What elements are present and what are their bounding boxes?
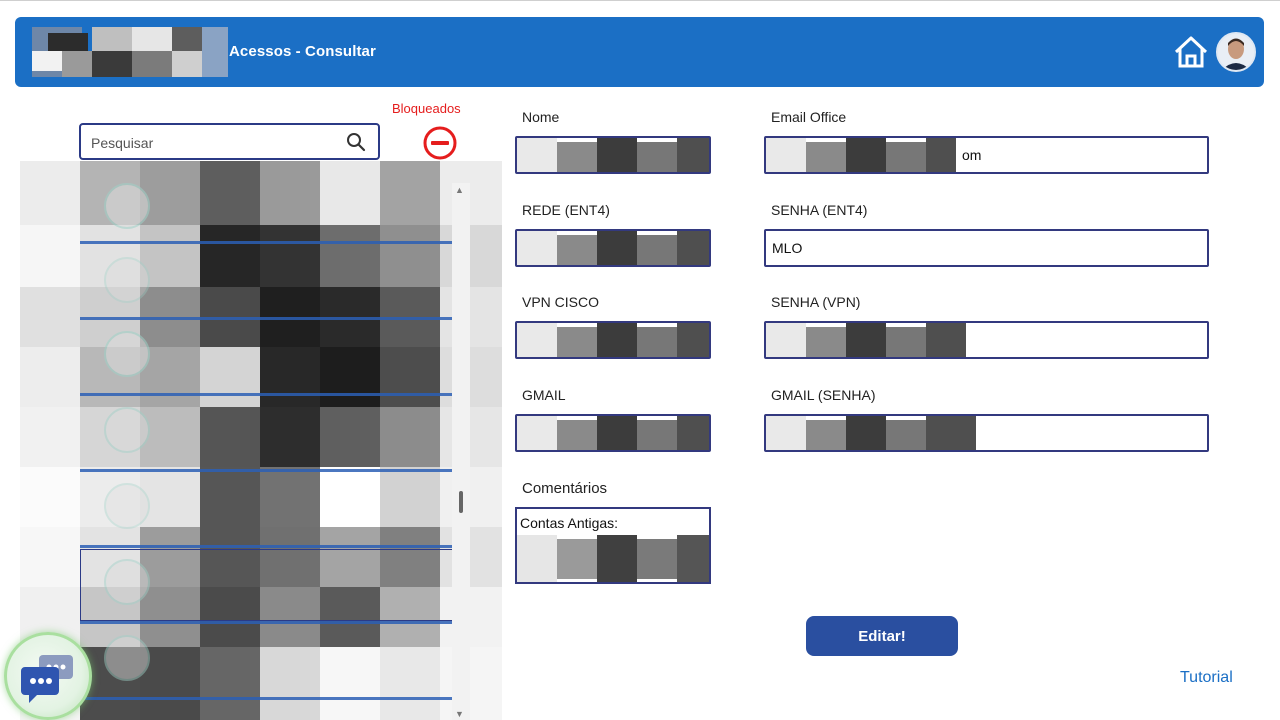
- avatar: [104, 635, 150, 681]
- list-row-divider: [80, 393, 458, 396]
- avatar: [104, 559, 150, 605]
- search-input[interactable]: [91, 133, 331, 153]
- email-office-field[interactable]: om: [764, 136, 1209, 174]
- app-header: Acessos - Consultar: [15, 17, 1264, 87]
- user-list: › › › › › › ›: [20, 161, 502, 720]
- app-window: Acessos - Consultar Bloqueados: [0, 0, 1280, 720]
- chat-icon: [21, 655, 73, 703]
- comments-value: Contas Antigas:: [520, 515, 619, 531]
- home-icon[interactable]: [1173, 35, 1209, 69]
- blocked-label: Bloqueados: [392, 101, 461, 116]
- avatar: [104, 483, 150, 529]
- gmail-senha-label: GMAIL (SENHA): [771, 387, 876, 403]
- list-row-divider: [80, 469, 458, 472]
- nome-label: Nome: [522, 109, 560, 125]
- list-row-divider: [80, 697, 458, 700]
- gmail-field[interactable]: [515, 414, 711, 452]
- rede-label: REDE (ENT4): [522, 202, 610, 218]
- vpn-cisco-label: VPN CISCO: [522, 294, 600, 310]
- gmail-label: GMAIL: [522, 387, 566, 403]
- user-avatar[interactable]: [1216, 32, 1256, 72]
- nome-field[interactable]: [515, 136, 711, 174]
- gmail-senha-field[interactable]: [764, 414, 1209, 452]
- scroll-thumb[interactable]: [459, 491, 463, 513]
- avatar: [104, 407, 150, 453]
- list-row-divider: [80, 545, 458, 548]
- page-title: Acessos - Consultar: [229, 43, 376, 60]
- list-row-divider: [80, 621, 458, 624]
- avatar: [104, 183, 150, 229]
- comments-label: Comentários: [522, 480, 608, 497]
- senha-ent4-value: MLO: [772, 240, 803, 256]
- scroll-down-icon[interactable]: ▼: [455, 709, 464, 719]
- senha-ent4-label: SENHA (ENT4): [771, 202, 868, 218]
- list-row-divider: [80, 317, 458, 320]
- minus-circle-icon[interactable]: [421, 124, 459, 162]
- senha-ent4-field[interactable]: MLO: [764, 229, 1209, 267]
- list-scrollbar[interactable]: ▲ ▼: [452, 183, 470, 720]
- senha-vpn-field[interactable]: [764, 321, 1209, 359]
- email-office-value: om: [962, 147, 982, 163]
- list-row-divider: [80, 241, 458, 244]
- avatar: [104, 257, 150, 303]
- email-office-label: Email Office: [771, 109, 847, 125]
- comments-field[interactable]: Contas Antigas:: [515, 507, 711, 584]
- search-icon[interactable]: [346, 132, 366, 152]
- vpn-cisco-field[interactable]: [515, 321, 711, 359]
- tutorial-link[interactable]: Tutorial: [1180, 669, 1233, 687]
- chat-button[interactable]: [4, 632, 92, 720]
- company-logo: [32, 27, 228, 77]
- edit-button[interactable]: Editar!: [806, 616, 958, 656]
- senha-vpn-label: SENHA (VPN): [771, 294, 861, 310]
- avatar: [104, 331, 150, 377]
- search-box: [79, 123, 380, 160]
- rede-field[interactable]: [515, 229, 711, 267]
- scroll-up-icon[interactable]: ▲: [455, 185, 464, 195]
